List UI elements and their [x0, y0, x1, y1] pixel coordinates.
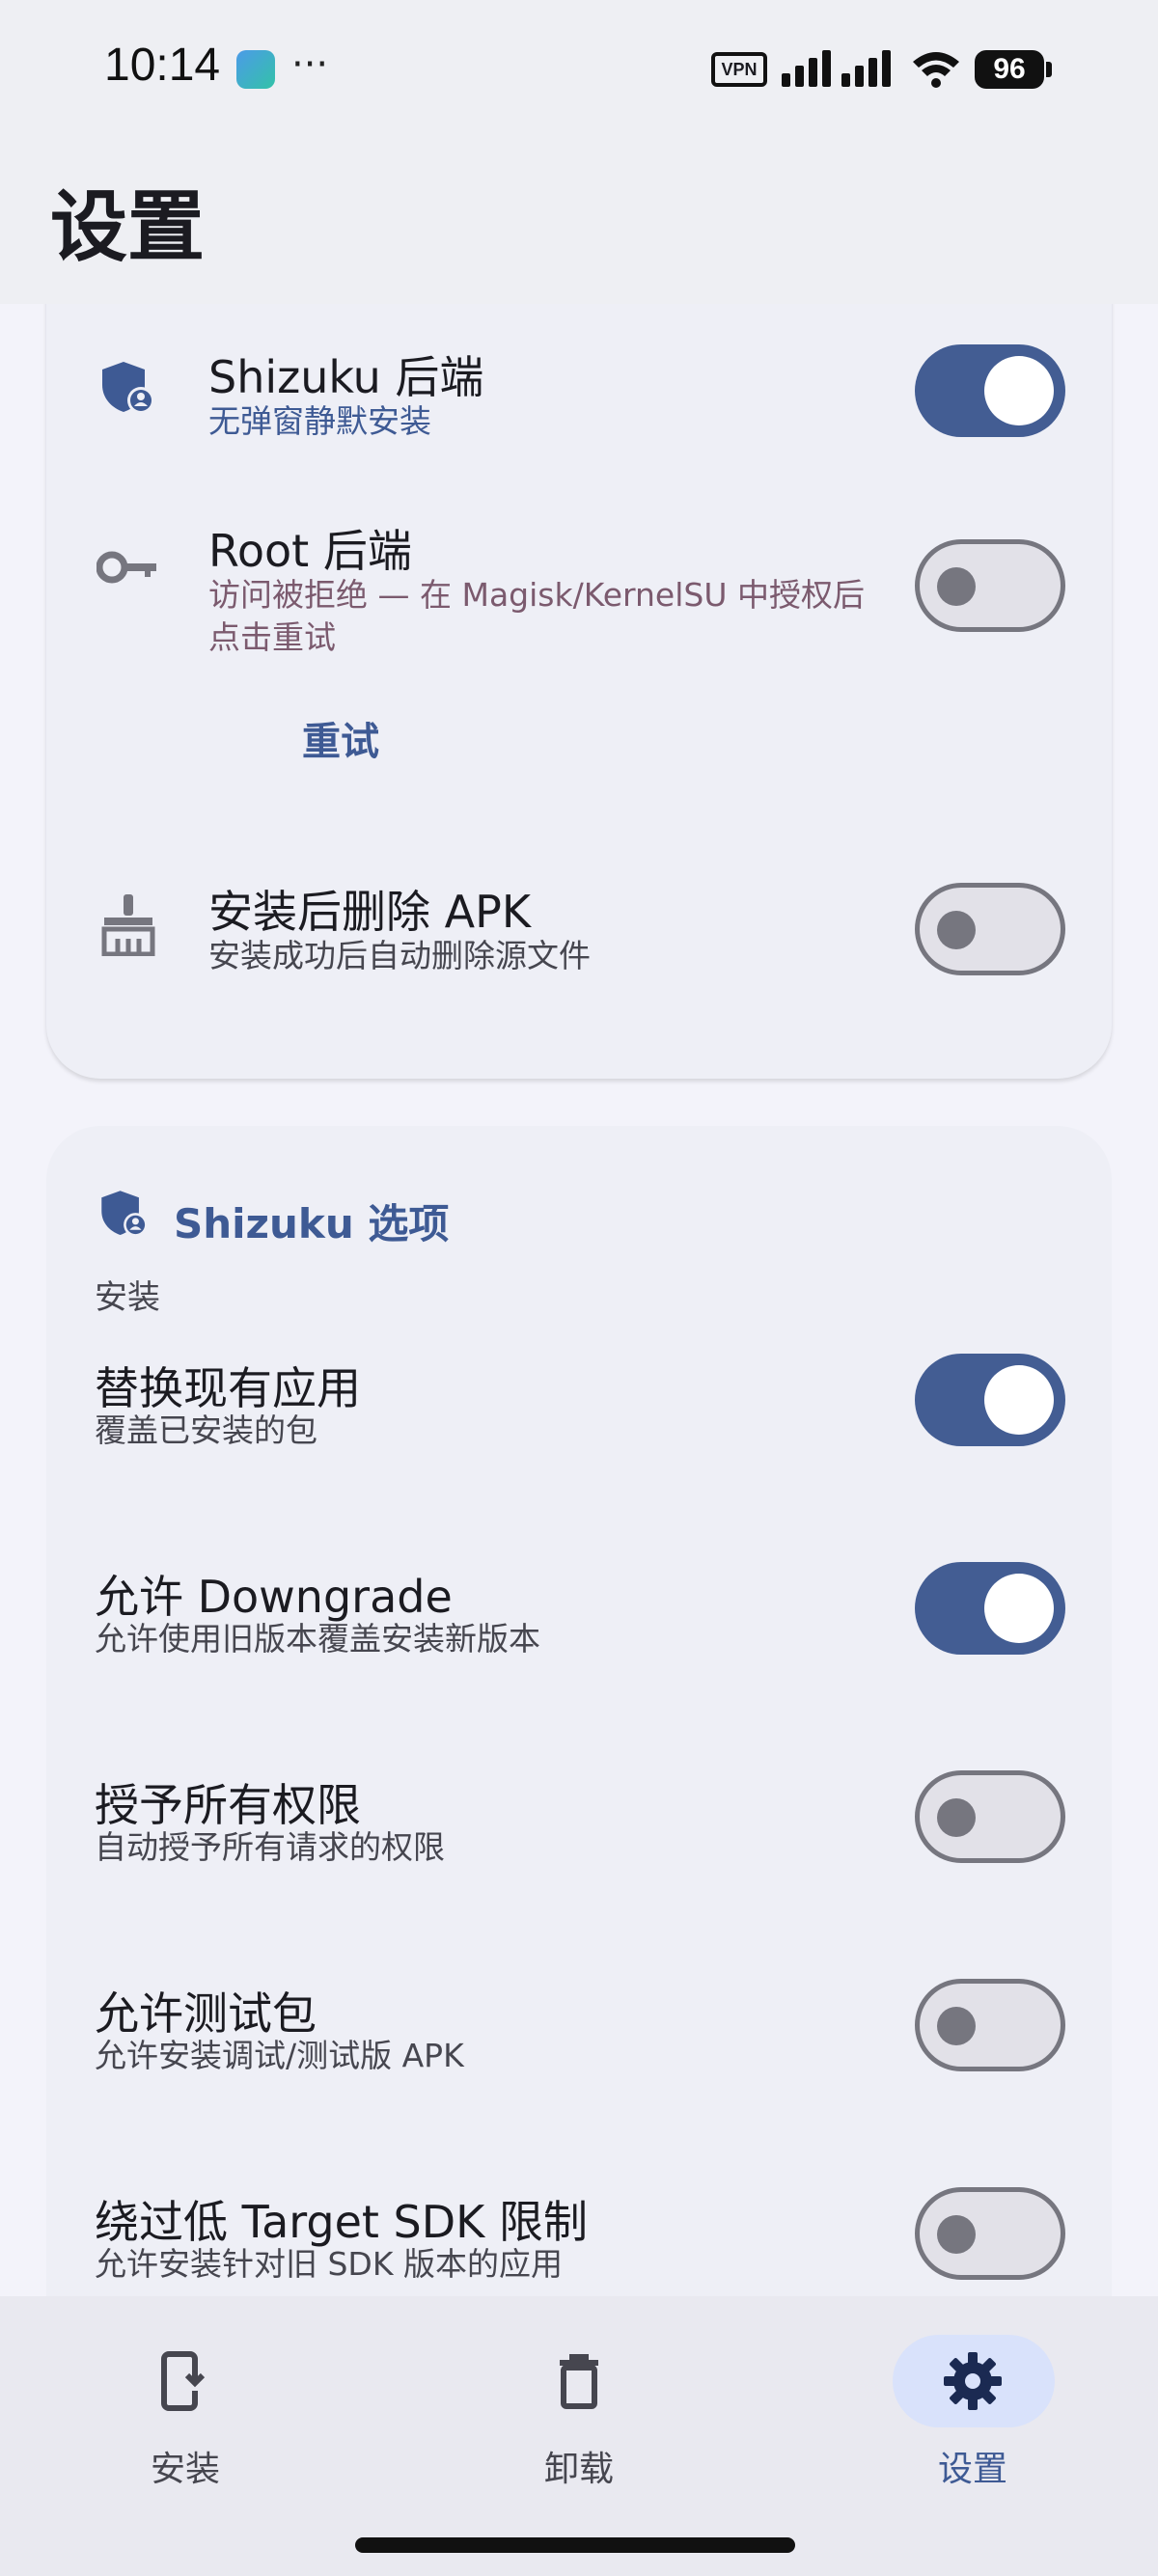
key-icon — [96, 551, 156, 584]
option-row-replace[interactable]: 替换现有应用 覆盖已安装的包 — [46, 1354, 1112, 1508]
option-toggle-bypass-sdk[interactable] — [915, 2187, 1065, 2280]
option-title: 授予所有权限 — [95, 1779, 361, 1831]
shizuku-options-card: Shizuku 选项 安装 替换现有应用 覆盖已安装的包 允许 Downgrad… — [46, 1126, 1112, 2296]
shield-person-icon — [102, 362, 154, 414]
option-subtitle: 允许安装针对旧 SDK 版本的应用 — [95, 2245, 563, 2283]
toggle-knob — [937, 911, 976, 949]
delete-apk-subtitle: 安装成功后自动删除源文件 — [208, 937, 591, 974]
home-indicator[interactable] — [355, 2537, 795, 2553]
toggle-knob — [984, 356, 1054, 425]
nav-item-install[interactable]: 安装 — [81, 2335, 274, 2508]
nav-label: 安装 — [150, 2450, 220, 2489]
top-app-bar: 设置 — [0, 140, 1158, 304]
toggle-knob — [937, 567, 976, 606]
nav-label: 卸载 — [543, 2450, 614, 2489]
section-header: Shizuku 选项 — [174, 1200, 450, 1247]
option-toggle-test-packages[interactable] — [915, 1979, 1065, 2071]
option-toggle-downgrade[interactable] — [915, 1562, 1065, 1655]
option-toggle-grant-permissions[interactable] — [915, 1770, 1065, 1863]
status-time: 10:14 — [104, 40, 221, 91]
page-title: 设置 — [50, 182, 205, 272]
shizuku-backend-toggle[interactable] — [915, 344, 1065, 437]
gear-icon — [944, 2352, 1002, 2410]
option-subtitle: 覆盖已安装的包 — [95, 1411, 317, 1449]
more-notifications-icon: ··· — [291, 42, 329, 87]
nav-item-settings[interactable]: 设置 — [868, 2335, 1062, 2508]
toggle-knob — [937, 2007, 976, 2045]
shizuku-backend-row[interactable]: Shizuku 后端 无弹窗静默安装 — [46, 304, 1112, 449]
option-title: 绕过低 Target SDK 限制 — [95, 2196, 588, 2248]
toggle-knob — [937, 2215, 976, 2254]
nav-item-uninstall[interactable]: 卸载 — [475, 2335, 668, 2508]
signal-icon — [782, 50, 891, 87]
battery-icon: 96 — [975, 50, 1044, 89]
battery-tip — [1046, 62, 1052, 77]
delete-apk-toggle[interactable] — [915, 883, 1065, 975]
settings-scroll-area[interactable]: Shizuku 后端 无弹窗静默安装 Root 后端 访问被拒绝 — 在 Mag… — [0, 304, 1158, 2296]
vpn-icon: VPN — [711, 52, 767, 87]
delete-apk-title: 安装后删除 APK — [208, 886, 531, 938]
option-title: 允许 Downgrade — [95, 1571, 453, 1623]
bottom-navigation: 安装 卸载 设置 — [0, 2296, 1158, 2576]
option-row-downgrade[interactable]: 允许 Downgrade 允许使用旧版本覆盖安装新版本 — [46, 1562, 1112, 1716]
shizuku-backend-subtitle: 无弹窗静默安装 — [208, 402, 431, 440]
shizuku-backend-title: Shizuku 后端 — [208, 351, 484, 403]
retry-button[interactable]: 重试 — [249, 701, 432, 782]
wifi-icon — [913, 52, 959, 88]
option-subtitle: 允许安装调试/测试版 APK — [95, 2037, 464, 2074]
group-label: 安装 — [95, 1278, 160, 1317]
status-bar: 10:14 ··· VPN 96 — [0, 0, 1158, 140]
backend-card: Shizuku 后端 无弹窗静默安装 Root 后端 访问被拒绝 — 在 Mag… — [46, 304, 1112, 1079]
option-row-test-packages[interactable]: 允许测试包 允许安装调试/测试版 APK — [46, 1979, 1112, 2133]
root-backend-toggle[interactable] — [915, 539, 1065, 632]
root-backend-title: Root 后端 — [208, 525, 412, 577]
option-title: 允许测试包 — [95, 1987, 317, 2040]
root-backend-row[interactable]: Root 后端 访问被拒绝 — 在 Magisk/KernelSU 中授权后点击… — [46, 478, 1112, 796]
broom-icon — [101, 894, 155, 956]
nav-label: 设置 — [937, 2450, 1007, 2489]
toggle-knob — [984, 1365, 1054, 1435]
option-row-grant-permissions[interactable]: 授予所有权限 自动授予所有请求的权限 — [46, 1770, 1112, 1925]
toggle-knob — [937, 1798, 976, 1837]
trash-icon — [560, 2354, 598, 2409]
toggle-knob — [984, 1574, 1054, 1643]
app-notification-icon — [236, 50, 275, 89]
option-subtitle: 自动授予所有请求的权限 — [95, 1828, 445, 1866]
phone-download-icon — [161, 2351, 208, 2411]
option-title: 替换现有应用 — [95, 1362, 361, 1414]
root-backend-subtitle: 访问被拒绝 — 在 Magisk/KernelSU 中授权后点击重试 — [208, 576, 865, 656]
option-toggle-replace[interactable] — [915, 1354, 1065, 1446]
delete-apk-row[interactable]: 安装后删除 APK 安装成功后自动删除源文件 — [46, 844, 1112, 1018]
option-row-bypass-sdk[interactable]: 绕过低 Target SDK 限制 允许安装针对旧 SDK 版本的应用 — [46, 2187, 1112, 2296]
shield-person-icon — [101, 1191, 148, 1237]
option-subtitle: 允许使用旧版本覆盖安装新版本 — [95, 1620, 540, 1658]
